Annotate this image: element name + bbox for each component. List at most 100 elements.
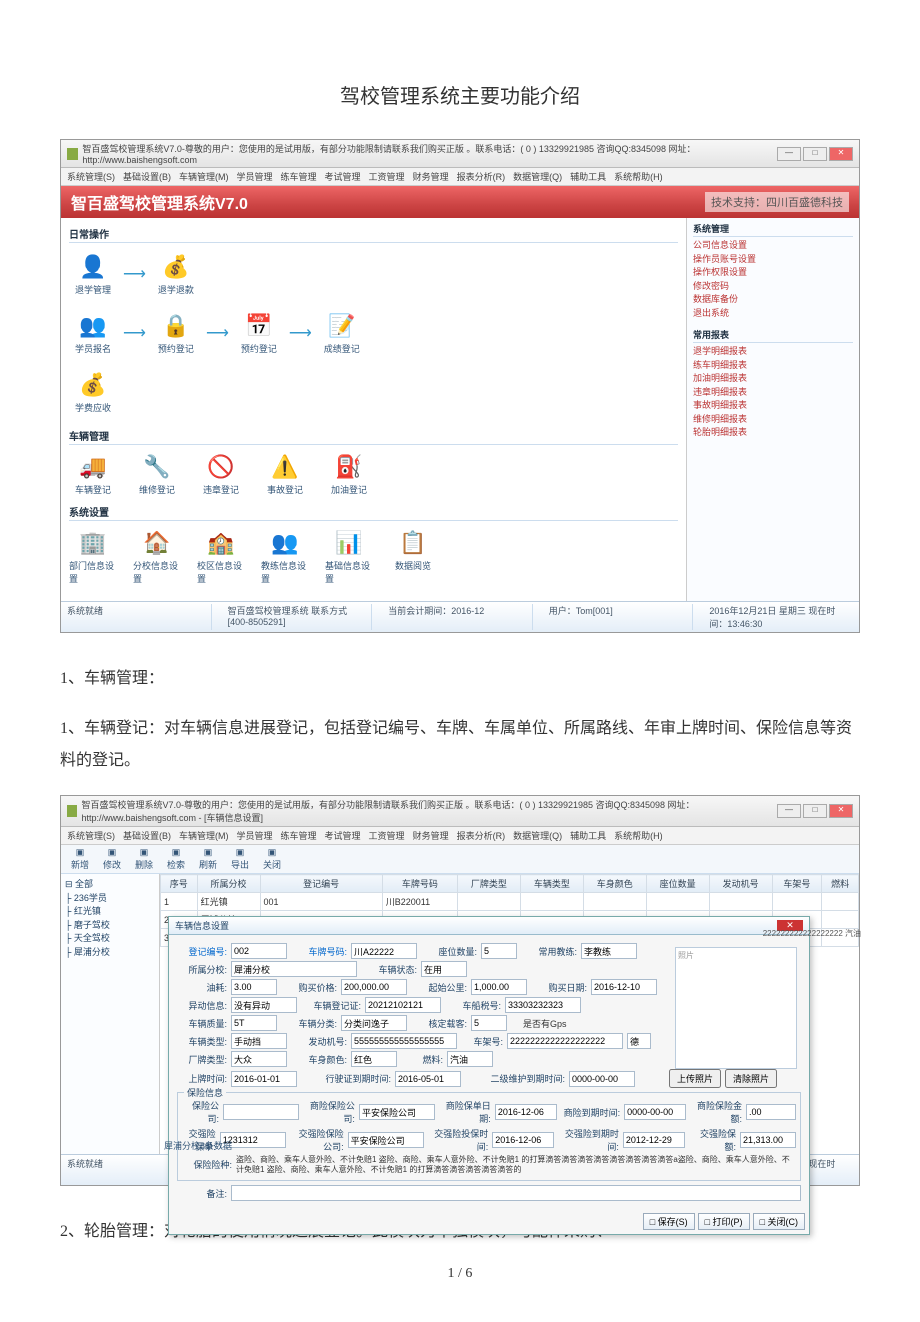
com-exp-input[interactable] (624, 1104, 686, 1120)
launcher-item[interactable]: 📋数据阅览 (389, 527, 437, 585)
driver-input[interactable] (581, 943, 637, 959)
tree-node[interactable]: ├ 犀浦分校 (65, 946, 155, 960)
launcher-item[interactable]: 👥教练信息设置 (261, 527, 309, 585)
menu-item[interactable]: 基础设置(B) (123, 829, 171, 842)
menu-item[interactable]: 财务管理 (413, 170, 449, 183)
link-item[interactable]: 操作权限设置 (693, 266, 853, 280)
menu-item[interactable]: 系统管理(S) (67, 829, 115, 842)
menu-item[interactable]: 工资管理 (369, 829, 405, 842)
link-item[interactable]: 轮胎明细报表 (693, 426, 853, 440)
menu-item[interactable]: 基础设置(B) (123, 170, 171, 183)
upload-photo-button[interactable]: 上传照片 (669, 1069, 721, 1088)
link-item[interactable]: 操作员账号设置 (693, 253, 853, 267)
launcher-item[interactable]: 🏠分校信息设置 (133, 527, 181, 585)
link-item[interactable]: 退学明细报表 (693, 345, 853, 359)
engine-input[interactable] (351, 1033, 457, 1049)
tree-node[interactable]: ├ 磨子驾校 (65, 919, 155, 933)
buydate-input[interactable] (591, 979, 657, 995)
menu-item[interactable]: 工资管理 (369, 170, 405, 183)
status-input[interactable] (421, 961, 467, 977)
menu-item[interactable]: 练车管理 (281, 170, 317, 183)
menu-item[interactable]: 报表分析(R) (457, 829, 506, 842)
toolbar-button[interactable]: ▣修改 (99, 847, 125, 871)
toolbar-button[interactable]: ▣导出 (227, 847, 253, 871)
dialog-button[interactable]: □ 打印(P) (698, 1213, 750, 1230)
toolbar-button[interactable]: ▣检索 (163, 847, 189, 871)
menu-item[interactable]: 考试管理 (325, 170, 361, 183)
traf-exp-input[interactable] (623, 1132, 685, 1148)
link-item[interactable]: 加油明细报表 (693, 372, 853, 386)
menu-item[interactable]: 系统帮助(H) (614, 829, 663, 842)
tree-node[interactable]: ⊟ 全部 (65, 878, 155, 892)
menu-item[interactable]: 数据管理(Q) (513, 170, 562, 183)
menu-item[interactable]: 练车管理 (281, 829, 317, 842)
tree-node[interactable]: ├ 红光镇 (65, 905, 155, 919)
menu-item[interactable]: 辅助工具 (570, 829, 606, 842)
color-input[interactable] (351, 1051, 397, 1067)
menu-item[interactable]: 系统管理(S) (67, 170, 115, 183)
menu-item[interactable]: 学员管理 (237, 170, 273, 183)
menu-item[interactable]: 考试管理 (325, 829, 361, 842)
platedate-input[interactable] (231, 1071, 297, 1087)
maximize-button[interactable]: □ (803, 804, 827, 818)
link-item[interactable]: 事故明细报表 (693, 399, 853, 413)
close-button[interactable]: ✕ (829, 147, 853, 161)
oil-input[interactable] (231, 979, 277, 995)
link-item[interactable]: 公司信息设置 (693, 239, 853, 253)
branch-input[interactable] (231, 961, 357, 977)
branch-tree[interactable]: ⊟ 全部 ├ 236学员 ├ 红光镇 ├ 磨子驾校 ├ 天全驾校 ├ 犀浦分校 (61, 874, 160, 1154)
maintexp-input[interactable] (569, 1071, 635, 1087)
traf-date-input[interactable] (492, 1132, 554, 1148)
com-amt-input[interactable] (746, 1104, 796, 1120)
brand-input[interactable] (231, 1051, 287, 1067)
class-input[interactable] (341, 1015, 407, 1031)
cap-input[interactable] (471, 1015, 507, 1031)
link-item[interactable]: 练车明细报表 (693, 359, 853, 373)
vehreg-input[interactable] (365, 997, 441, 1013)
menu-item[interactable]: 财务管理 (413, 829, 449, 842)
toolbar-button[interactable]: ▣刷新 (195, 847, 221, 871)
launcher-item[interactable]: 📊基础信息设置 (325, 527, 373, 585)
flow-item[interactable]: 📅预约登记 (235, 310, 283, 355)
minimize-button[interactable]: — (777, 147, 801, 161)
toolbar-button[interactable]: ▣新增 (67, 847, 93, 871)
tree-node[interactable]: ├ 天全驾校 (65, 932, 155, 946)
toolbar-button[interactable]: ▣删除 (131, 847, 157, 871)
quality-input[interactable] (231, 1015, 277, 1031)
close-button[interactable]: ✕ (829, 804, 853, 818)
launcher-item[interactable]: 🚚车辆登记 (69, 451, 117, 496)
frame-input[interactable] (507, 1033, 623, 1049)
ins-company-input[interactable] (223, 1104, 299, 1120)
menu-item[interactable]: 数据管理(Q) (513, 829, 562, 842)
flow-item[interactable]: 💰学费应收 (69, 369, 117, 414)
com-ins-input[interactable] (359, 1104, 435, 1120)
toolbar-button[interactable]: ▣关闭 (259, 847, 285, 871)
menu-item[interactable]: 辅助工具 (570, 170, 606, 183)
launcher-item[interactable]: ⚠️事故登记 (261, 451, 309, 496)
flow-item[interactable]: 💰退学退款 (152, 251, 200, 296)
link-item[interactable]: 退出系统 (693, 307, 853, 321)
remark-input[interactable] (231, 1185, 801, 1201)
flow-item[interactable]: 👤退学管理 (69, 251, 117, 296)
flow-item[interactable]: 🔒预约登记 (152, 310, 200, 355)
dialog-button[interactable]: □ 关闭(C) (753, 1213, 805, 1230)
maximize-button[interactable]: □ (803, 147, 827, 161)
flow-item[interactable]: 📝成绩登记 (318, 310, 366, 355)
reg-no-input[interactable] (231, 943, 287, 959)
vtype-input[interactable] (231, 1033, 287, 1049)
dialog-button[interactable]: □ 保存(S) (643, 1213, 695, 1230)
traf-ins-input[interactable] (348, 1132, 424, 1148)
menu-item[interactable]: 车辆管理(M) (179, 170, 229, 183)
launcher-item[interactable]: 🏫校区信息设置 (197, 527, 245, 585)
launcher-item[interactable]: 🚫违章登记 (197, 451, 245, 496)
menu-item[interactable]: 报表分析(R) (457, 170, 506, 183)
link-item[interactable]: 修改密码 (693, 280, 853, 294)
startkm-input[interactable] (471, 979, 527, 995)
launcher-item[interactable]: ⛽加油登记 (325, 451, 373, 496)
diff-input[interactable] (231, 997, 297, 1013)
table-row[interactable]: 1红光镇001川B220011 (161, 893, 859, 911)
minimize-button[interactable]: — (777, 804, 801, 818)
menu-item[interactable]: 车辆管理(M) (179, 829, 229, 842)
fuel-input[interactable] (447, 1051, 493, 1067)
launcher-item[interactable]: 🔧维修登记 (133, 451, 181, 496)
